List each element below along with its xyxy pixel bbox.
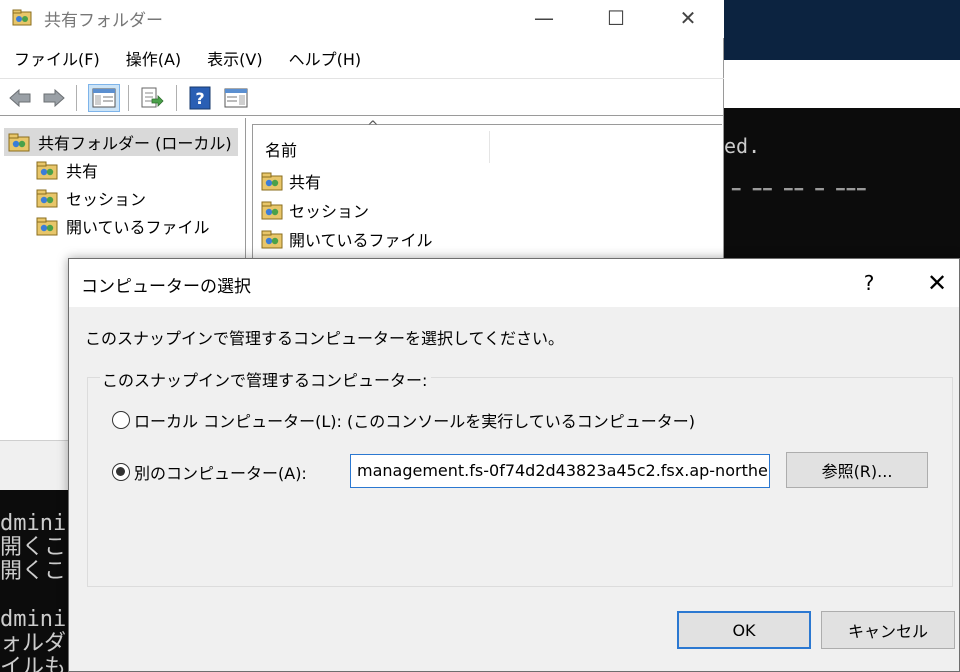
menu-action[interactable]: 操作(A) [112, 42, 193, 74]
toolbar-separator [128, 85, 129, 111]
background-console-left: dminis 開くこ 開くこ dminis ォルダ イルも [0, 490, 72, 672]
list-item[interactable]: セッション [261, 198, 369, 222]
shared-folder-icon [36, 217, 58, 236]
help-icon[interactable]: ? [186, 84, 214, 112]
dialog-help-button[interactable]: ? [849, 267, 889, 299]
toolbar-separator [76, 85, 77, 111]
shared-folder-icon [261, 172, 283, 191]
radio-button-unchecked[interactable] [112, 411, 130, 429]
menu-bar: ファイル(F) 操作(A) 表示(V) ヘルプ(H) [0, 42, 724, 76]
radio-local-label: ローカル コンピューター(L): (このコンソールを実行しているコンピューター) [134, 412, 695, 431]
tree-item-shared-folders-root[interactable]: 共有フォルダー (ローカル) [4, 128, 238, 156]
radio-another-computer[interactable]: 別のコンピューター(A): [112, 460, 307, 484]
list-item-label: 開いているファイル [289, 231, 433, 250]
maximize-button[interactable]: ☐ [580, 0, 652, 36]
console-line: ォルダ [0, 631, 67, 656]
show-action-pane-icon[interactable] [222, 84, 250, 112]
groupbox-label: このスナップインで管理するコンピューター: [100, 367, 432, 391]
tree-item-open-files[interactable]: 開いているファイル [36, 214, 210, 238]
help-glyph: ? [195, 89, 204, 108]
shared-folder-icon [36, 161, 58, 180]
result-list: 名前 ^ 共有 セッション 開いているファイル [252, 119, 723, 260]
console-line: 開くこ [0, 559, 67, 584]
shared-folder-icon [261, 230, 283, 249]
show-hide-tree-icon[interactable] [88, 84, 120, 112]
tree-item-label: 共有 [66, 162, 99, 181]
list-item-label: セッション [289, 202, 370, 221]
browse-button[interactable]: 参照(R)... [786, 452, 928, 488]
tree-item-label: セッション [66, 190, 147, 209]
forward-arrow-icon[interactable] [40, 84, 68, 112]
column-divider[interactable] [489, 131, 490, 163]
background-window-header [724, 0, 960, 60]
dialog-instruction: このスナップインで管理するコンピューターを選択してください。 [85, 329, 565, 348]
close-button[interactable]: ✕ [652, 0, 724, 36]
console-line: dminis [0, 511, 72, 536]
menu-view[interactable]: 表示(V) [193, 42, 274, 74]
radio-button-checked[interactable] [112, 463, 130, 481]
shared-folder-icon [12, 9, 32, 26]
dialog-title-bar[interactable]: コンピューターの選択 ? ✕ [69, 259, 959, 307]
list-item-label: 共有 [289, 173, 322, 192]
ok-button[interactable]: OK [677, 611, 811, 649]
console-line: イルも [0, 655, 67, 672]
tree-item-shares[interactable]: 共有 [36, 158, 98, 182]
toolbar-separator [176, 85, 177, 111]
console-line: 開くこ [0, 535, 67, 560]
shared-folder-icon [8, 133, 30, 152]
dialog-close-button[interactable]: ✕ [917, 267, 957, 299]
toolbar: ? [0, 78, 724, 116]
console-text: ed. [724, 134, 761, 158]
list-item[interactable]: 開いているファイル [261, 227, 433, 251]
tree-item-sessions[interactable]: セッション [36, 186, 146, 210]
column-header-name[interactable]: 名前 [265, 137, 297, 161]
sort-ascending-icon: ^ [367, 119, 379, 135]
console-line: dminis [0, 607, 72, 632]
radio-other-label: 別のコンピューター(A): [134, 464, 307, 483]
tree-item-label: 共有フォルダー (ローカル) [38, 134, 232, 153]
computer-groupbox: このスナップインで管理するコンピューター: ローカル コンピューター(L): (… [87, 367, 953, 587]
column-header: 名前 ^ [253, 119, 723, 165]
minimize-button[interactable]: — [508, 0, 580, 36]
background-window-body [724, 60, 960, 108]
list-item[interactable]: 共有 [261, 169, 321, 193]
computer-name-input[interactable]: management.fs-0f74d2d43823a45c2.fsx.ap-n… [350, 454, 770, 488]
menu-file[interactable]: ファイル(F) [0, 42, 112, 74]
window-title: 共有フォルダー [44, 11, 163, 31]
export-list-icon[interactable] [138, 84, 166, 112]
shared-folder-icon [261, 201, 283, 220]
tree-item-label: 開いているファイル [66, 218, 210, 237]
console-text-faint: ━ ━━ ━━ ━ ━━━ [732, 182, 868, 198]
background-console-right: ed. ━ ━━ ━━ ━ ━━━ [724, 108, 960, 258]
dialog-title: コンピューターの選択 [81, 277, 251, 297]
cancel-button[interactable]: キャンセル [821, 611, 955, 649]
title-bar[interactable]: 共有フォルダー — ☐ ✕ [0, 0, 724, 38]
shared-folder-icon [36, 189, 58, 208]
back-arrow-icon[interactable] [6, 84, 34, 112]
select-computer-dialog: コンピューターの選択 ? ✕ このスナップインで管理するコンピューターを選択して… [68, 258, 960, 672]
menu-help[interactable]: ヘルプ(H) [275, 42, 374, 74]
radio-local-computer[interactable]: ローカル コンピューター(L): (このコンソールを実行しているコンピューター) [112, 408, 695, 432]
